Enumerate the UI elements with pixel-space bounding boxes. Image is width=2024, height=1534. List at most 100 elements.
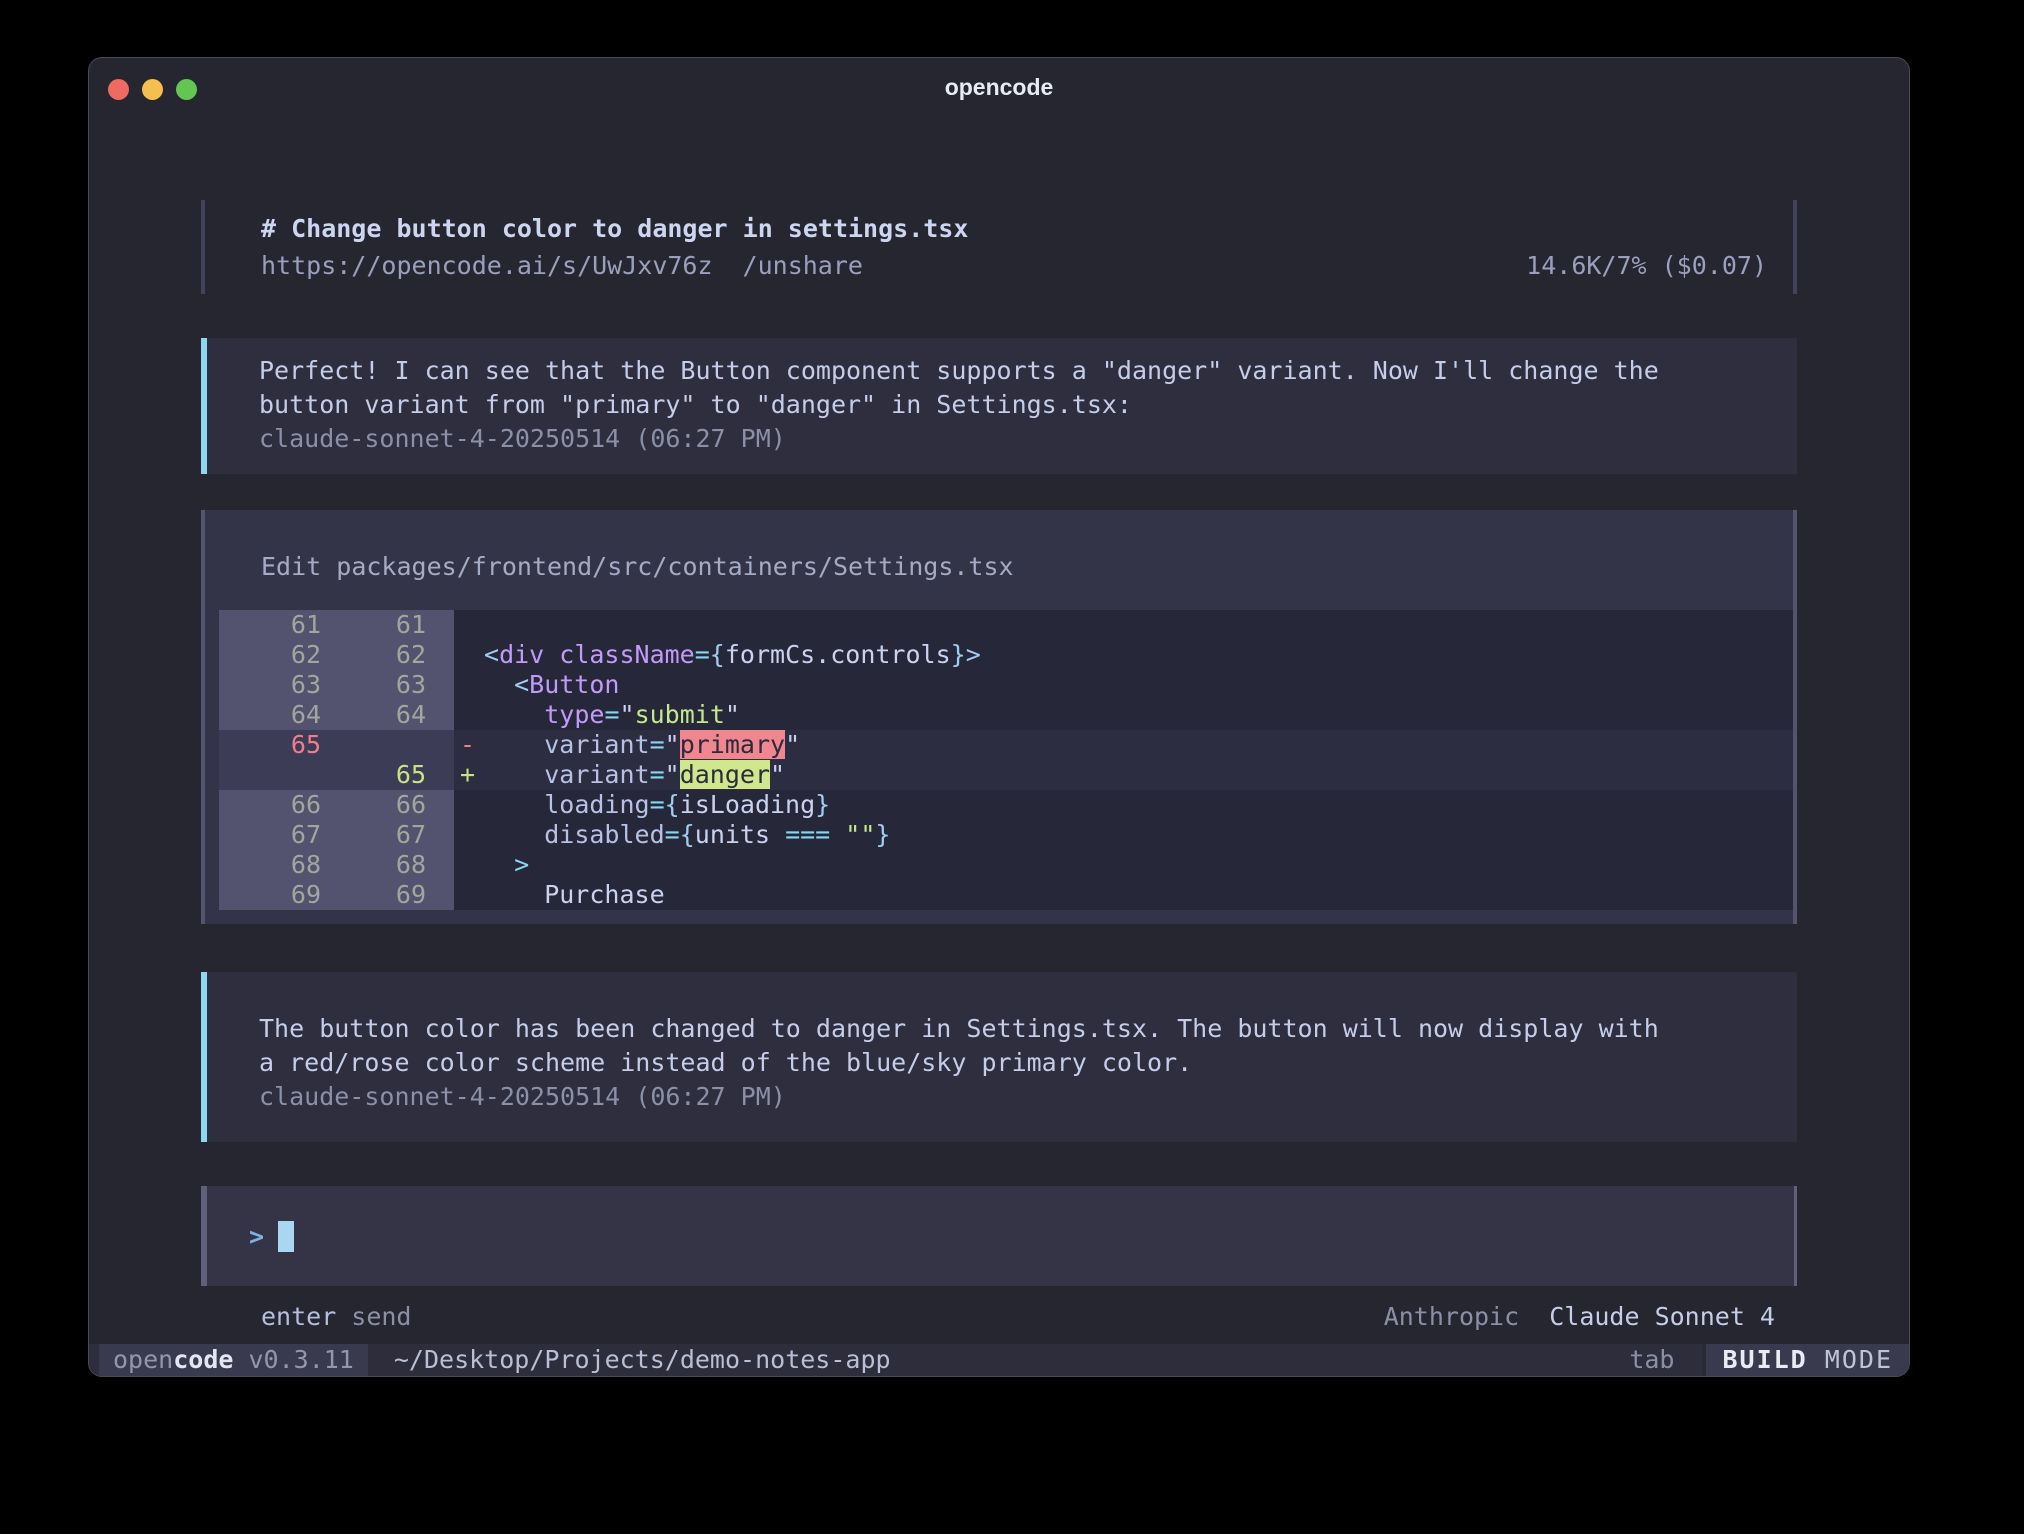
diff-sign bbox=[454, 850, 484, 880]
mode-chip: BUILD MODE bbox=[1702, 1344, 1909, 1376]
model-indicator: Anthropic Claude Sonnet 4 bbox=[1384, 1302, 1775, 1331]
code-token: { bbox=[710, 640, 725, 669]
code-token: = bbox=[604, 700, 619, 729]
code-token: = bbox=[650, 760, 665, 789]
brand-code: code bbox=[173, 1345, 233, 1374]
code-token bbox=[484, 820, 544, 849]
tab-key-hint: tab bbox=[1629, 1344, 1674, 1376]
code-token: } bbox=[951, 640, 966, 669]
code-token: { bbox=[680, 820, 695, 849]
status-bar: opencode v0.3.11 ~/Desktop/Projects/demo… bbox=[89, 1344, 1909, 1376]
assistant-message-text: The button color has been changed to dan… bbox=[259, 1012, 1777, 1080]
app-version: v0.3.11 bbox=[233, 1345, 353, 1374]
code-token: variant bbox=[544, 730, 649, 759]
code-token bbox=[830, 820, 845, 849]
diff-sign bbox=[454, 640, 484, 670]
working-directory: ~/Desktop/Projects/demo-notes-app bbox=[394, 1344, 891, 1376]
code-token: primary bbox=[680, 730, 785, 759]
provider-name: Anthropic bbox=[1384, 1302, 1519, 1331]
old-line-number: 63 bbox=[219, 670, 331, 700]
code-token: " bbox=[665, 760, 680, 789]
code-token: = bbox=[650, 790, 665, 819]
prompt-char: > bbox=[249, 1222, 264, 1251]
diff-code: disabled={units === ""} bbox=[484, 820, 1793, 850]
code-token: variant bbox=[544, 760, 649, 789]
code-token: Button bbox=[529, 670, 619, 699]
edit-tool-header: Edit packages/frontend/src/containers/Se… bbox=[205, 550, 1793, 584]
old-line-number: 69 bbox=[219, 880, 331, 910]
old-line-number: 64 bbox=[219, 700, 331, 730]
new-line-number bbox=[331, 730, 454, 760]
new-line-number: 68 bbox=[331, 850, 454, 880]
code-token bbox=[484, 760, 544, 789]
code-token: submit bbox=[635, 700, 725, 729]
session-view: # Change button color to danger in setti… bbox=[201, 120, 1797, 1344]
old-line-number: 62 bbox=[219, 640, 331, 670]
code-token: " bbox=[620, 700, 635, 729]
token-usage-cost: 14.6K/7% ($0.07) bbox=[1526, 247, 1767, 284]
new-line-number: 69 bbox=[331, 880, 454, 910]
diff-line: 6767 disabled={units === ""} bbox=[219, 820, 1793, 850]
assistant-message: Perfect! I can see that the Button compo… bbox=[201, 338, 1797, 474]
statusbar-right: tab BUILD MODE bbox=[1629, 1344, 1909, 1376]
diff-code: variant="danger" bbox=[484, 760, 1793, 790]
code-token bbox=[484, 790, 544, 819]
mode-name: BUILD bbox=[1722, 1345, 1807, 1374]
edit-action-label: Edit bbox=[261, 552, 321, 581]
code-token: className bbox=[544, 640, 695, 669]
code-token: } bbox=[875, 820, 890, 849]
diff-sign bbox=[454, 790, 484, 820]
diff-sign bbox=[454, 880, 484, 910]
diff-code: loading={isLoading} bbox=[484, 790, 1793, 820]
code-token: = bbox=[695, 640, 710, 669]
session-header: # Change button color to danger in setti… bbox=[201, 200, 1797, 294]
app-version-chip: opencode v0.3.11 bbox=[99, 1344, 368, 1376]
code-token: = bbox=[665, 820, 680, 849]
diff-line: 6464 type="submit" bbox=[219, 700, 1793, 730]
diff-sign bbox=[454, 820, 484, 850]
diff-line: 65- variant="primary" bbox=[219, 730, 1793, 760]
diff-line: 6363 <Button bbox=[219, 670, 1793, 700]
diff-line: 6868 > bbox=[219, 850, 1793, 880]
diff-code: type="submit" bbox=[484, 700, 1793, 730]
code-token: div bbox=[499, 640, 544, 669]
code-token: formCs.controls bbox=[725, 640, 951, 669]
code-token bbox=[484, 700, 544, 729]
new-line-number: 65 bbox=[331, 760, 454, 790]
old-line-number: 61 bbox=[219, 610, 331, 640]
text-cursor bbox=[278, 1221, 294, 1252]
hint-enter-key: enter bbox=[261, 1302, 336, 1331]
assistant-message: The button color has been changed to dan… bbox=[201, 972, 1797, 1142]
diff-sign: + bbox=[454, 760, 484, 790]
diff-line: 6969 Purchase bbox=[219, 880, 1793, 910]
prompt-input[interactable]: > bbox=[201, 1186, 1797, 1286]
code-token: { bbox=[665, 790, 680, 819]
diff-code: <Button bbox=[484, 670, 1793, 700]
share-row: https://opencode.ai/s/UwJxv76z /unshare … bbox=[261, 247, 1767, 284]
diff-code: variant="primary" bbox=[484, 730, 1793, 760]
unshare-command[interactable]: /unshare bbox=[743, 247, 863, 284]
code-token: type bbox=[544, 700, 604, 729]
new-line-number: 61 bbox=[331, 610, 454, 640]
assistant-message-text: Perfect! I can see that the Button compo… bbox=[259, 354, 1777, 422]
code-token bbox=[484, 730, 544, 759]
opencode-window: opencode # Change button color to danger… bbox=[88, 57, 1910, 1377]
code-token: disabled bbox=[544, 820, 664, 849]
code-token: " bbox=[785, 730, 800, 759]
model-name: Claude Sonnet 4 bbox=[1549, 1302, 1775, 1331]
code-token: " bbox=[725, 700, 740, 729]
mode-suffix: MODE bbox=[1808, 1345, 1893, 1374]
diff-sign bbox=[454, 700, 484, 730]
code-token: Purchase bbox=[484, 880, 665, 909]
code-token: units bbox=[695, 820, 785, 849]
new-line-number: 63 bbox=[331, 670, 454, 700]
code-token: === bbox=[785, 820, 830, 849]
diff-line: 6161 bbox=[219, 610, 1793, 640]
brand-open: open bbox=[113, 1345, 173, 1374]
new-line-number: 64 bbox=[331, 700, 454, 730]
share-url-link[interactable]: https://opencode.ai/s/UwJxv76z bbox=[261, 247, 713, 284]
code-token: " bbox=[665, 730, 680, 759]
diff-code: Purchase bbox=[484, 880, 1793, 910]
diff-sign: - bbox=[454, 730, 484, 760]
code-token: "" bbox=[845, 820, 875, 849]
